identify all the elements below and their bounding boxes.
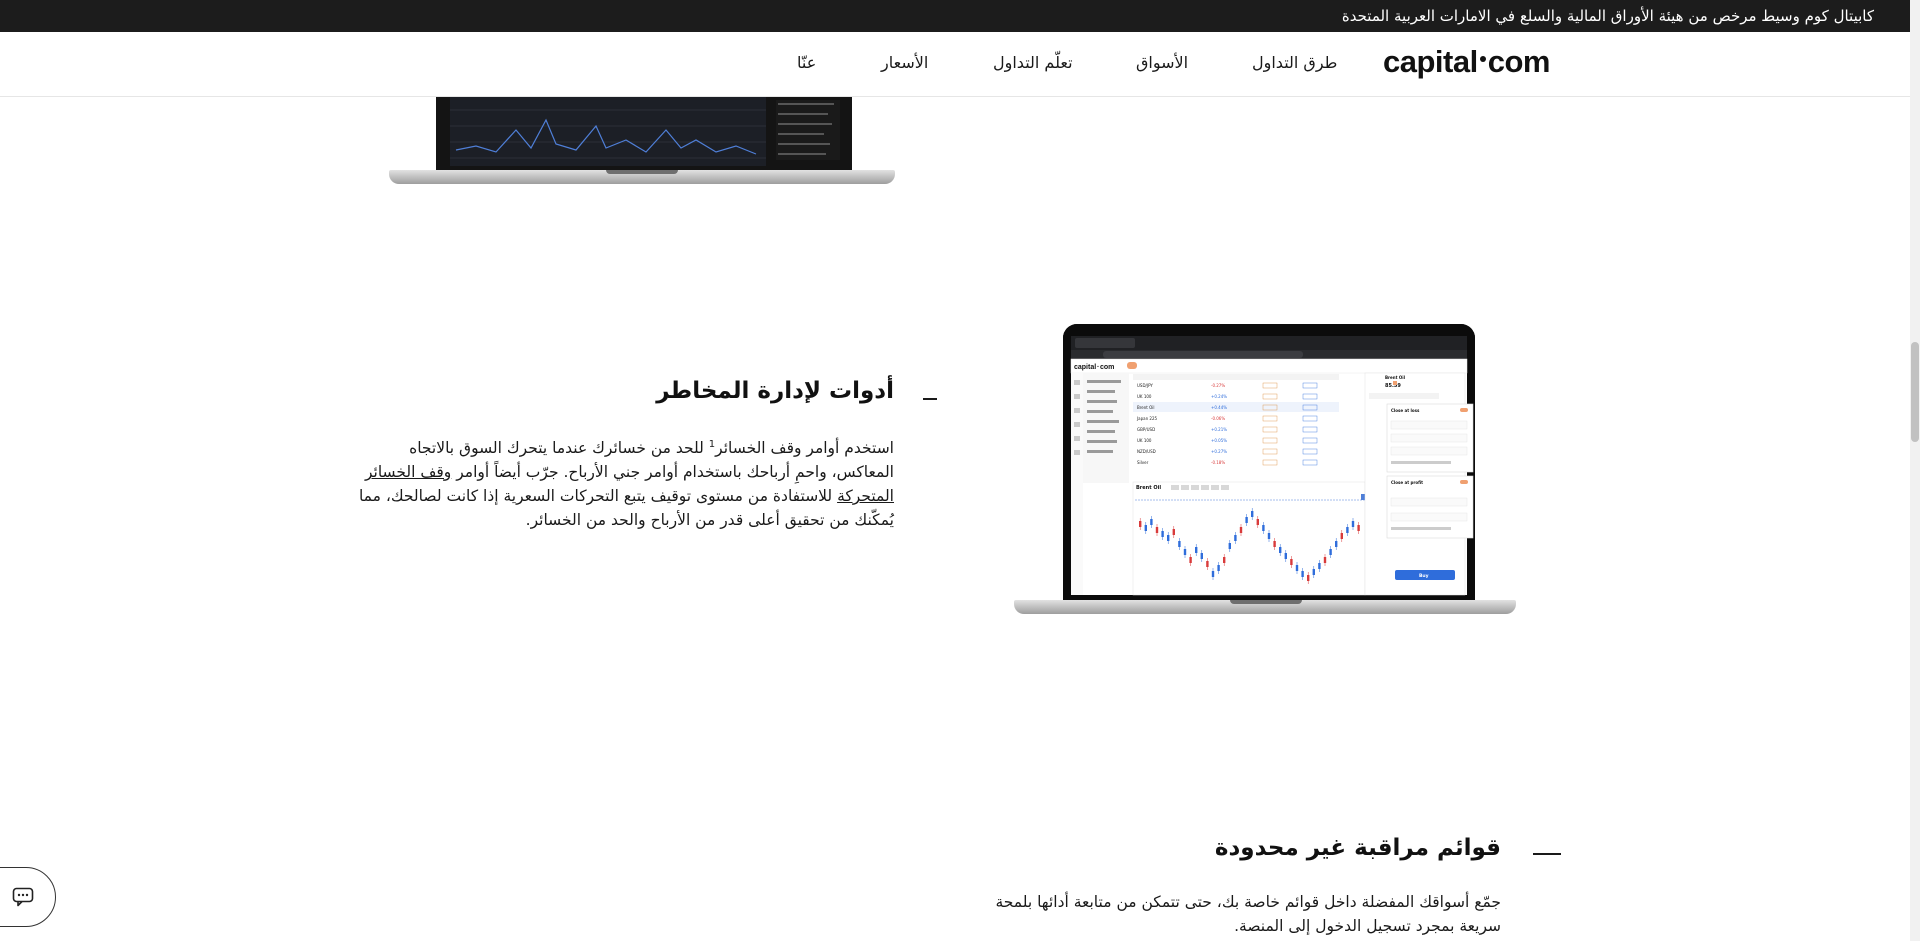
market-name: USD/JPY xyxy=(1137,383,1153,388)
candle-body xyxy=(1167,535,1170,541)
site-header: capital com طرق التداول الأسواق تعلّم ال… xyxy=(0,32,1910,97)
candle-body xyxy=(1256,519,1259,525)
candle-body xyxy=(1144,525,1147,531)
candle-body xyxy=(1307,575,1310,581)
candle-body xyxy=(1329,549,1332,555)
candle-body xyxy=(1290,559,1293,565)
candle-body xyxy=(1189,557,1192,563)
nav-prices[interactable]: الأسعار xyxy=(881,53,928,72)
risk-tools-title: أدوات لإدارة المخاطر xyxy=(656,378,894,404)
panel-title: Brent Oil xyxy=(1385,375,1406,380)
candle-body xyxy=(1335,541,1338,547)
risk-tools-description: استخدم أوامر وقف الخسائر1 للحد من خسائرك… xyxy=(350,433,894,532)
candle-body xyxy=(1217,565,1220,571)
candle-body xyxy=(1262,525,1265,531)
candle-body xyxy=(1295,565,1299,571)
market-name: UK 100 xyxy=(1137,438,1152,443)
candle-body xyxy=(1267,533,1271,539)
candle-body xyxy=(1312,569,1315,575)
logo-text-right: com xyxy=(1487,44,1551,79)
platform-logo: capital xyxy=(1074,364,1096,371)
market-change: -0.18% xyxy=(1211,460,1225,465)
page-scrollbar-thumb[interactable] xyxy=(1911,342,1919,442)
candle-body xyxy=(1234,535,1237,541)
nav-about[interactable]: عنّا xyxy=(797,53,816,72)
candle-body xyxy=(1284,553,1287,559)
laptop-notch-platform xyxy=(1230,600,1302,604)
risk-text-part-3: للاستفادة من مستوى توقيف يتبع التحركات ا… xyxy=(358,487,894,530)
market-name: GBP/USD xyxy=(1137,427,1155,432)
market-row: Brent Oil +0.44% xyxy=(1133,402,1339,412)
candle-body xyxy=(1301,571,1304,577)
svg-text:com: com xyxy=(1100,364,1114,371)
candle-body xyxy=(1279,547,1282,553)
candle-body xyxy=(1211,571,1215,577)
candle-body xyxy=(1357,525,1360,531)
candle-body xyxy=(1223,557,1226,563)
candle-body xyxy=(1340,533,1343,539)
candle-body xyxy=(1139,521,1142,527)
market-change: -0.27% xyxy=(1211,383,1225,388)
candle-body xyxy=(1155,527,1159,533)
market-change: +0.24% xyxy=(1211,394,1227,399)
nav-markets[interactable]: الأسواق xyxy=(1136,53,1188,72)
nav-learn-trading[interactable]: تعلّم التداول xyxy=(993,53,1073,72)
section-dash xyxy=(923,398,937,400)
watchlist-title: قوائم مراقبة غير محدودة xyxy=(1214,835,1501,861)
candle-body xyxy=(1195,547,1198,553)
laptop-screen-platform: capital · com USD/JPY -0.27% UK 100 +0.2… xyxy=(1063,324,1475,602)
live-chat-button[interactable] xyxy=(0,867,56,927)
chat-bubble-icon xyxy=(12,887,34,907)
close-at-loss-label: Close at loss xyxy=(1391,408,1420,413)
section-dash-watchlist xyxy=(1533,853,1561,855)
banner-text: كابيتال كوم وسيط مرخص من هيئة الأوراق ال… xyxy=(1341,7,1874,25)
market-name: Japan 225 xyxy=(1136,416,1158,421)
market-change: -0.06% xyxy=(1211,416,1225,421)
laptop-notch-top xyxy=(606,170,678,174)
candle-body xyxy=(1245,517,1248,523)
candle-body xyxy=(1239,527,1243,533)
market-change: +0.05% xyxy=(1211,438,1227,443)
candle-body xyxy=(1161,531,1164,537)
market-change: +0.44% xyxy=(1211,405,1227,410)
regulatory-banner: كابيتال كوم وسيط مرخص من هيئة الأوراق ال… xyxy=(0,0,1920,32)
page: كابيتال كوم وسيط مرخص من هيئة الأوراق ال… xyxy=(0,0,1920,941)
market-name: UK 100 xyxy=(1137,394,1152,399)
candle-body xyxy=(1251,511,1254,517)
market-name: NZD/USD xyxy=(1137,449,1156,454)
candle-body xyxy=(1178,541,1181,547)
candle-body xyxy=(1206,561,1209,567)
close-at-profit-label: Close at profit xyxy=(1391,480,1423,485)
candle-body xyxy=(1200,553,1203,559)
page-scrollbar-track[interactable] xyxy=(1910,0,1920,941)
chart-instrument-label: Brent Oil xyxy=(1136,485,1161,491)
candle-body xyxy=(1323,557,1327,563)
logo-dot xyxy=(1479,56,1486,62)
logo-text-left: capital xyxy=(1383,44,1478,79)
svg-text:·: · xyxy=(1097,364,1099,371)
market-name: Brent Oil xyxy=(1137,405,1155,410)
candle-body xyxy=(1346,527,1349,533)
candle-body xyxy=(1172,529,1175,535)
candle-body xyxy=(1351,521,1355,527)
risk-text-part-1: استخدم أوامر وقف الخسائر xyxy=(715,439,894,458)
buy-button-label: Buy xyxy=(1419,573,1429,579)
platform-screenshot: capital · com USD/JPY -0.27%UK 100 +0.24… xyxy=(1063,324,1475,602)
capital-com-logo[interactable]: capital com xyxy=(1383,44,1550,80)
candle-body xyxy=(1228,543,1231,549)
candle-body xyxy=(1150,519,1153,525)
nav-trading-ways[interactable]: طرق التداول xyxy=(1252,53,1337,72)
candle-body xyxy=(1183,549,1187,555)
candle-body xyxy=(1318,563,1321,569)
market-change: +0.27% xyxy=(1211,449,1227,454)
watchlist-description: جمّع أسواقك المفضلة داخل قوائم خاصة بك، … xyxy=(995,893,1501,935)
market-name: Silver xyxy=(1137,460,1149,465)
market-change: +0.21% xyxy=(1211,427,1227,432)
candle-body xyxy=(1273,541,1276,547)
